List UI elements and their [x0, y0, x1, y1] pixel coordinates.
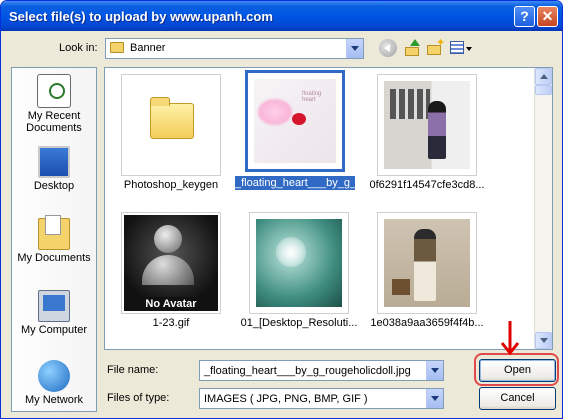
no-avatar-text: No Avatar — [124, 297, 218, 311]
folder-icon — [150, 97, 194, 139]
help-button[interactable]: ? — [514, 6, 535, 27]
hearts-caption: floating heart — [302, 91, 322, 103]
places-bar: My Recent Documents Desktop My Documents… — [11, 67, 97, 412]
file-name-label: 1e038a9aa3659f4f4b... — [370, 317, 484, 329]
recent-documents-icon — [37, 74, 71, 108]
my-network-icon — [38, 360, 70, 392]
file-name-label: _floating_heart___by_g_rougeholicdoll.jp… — [235, 176, 355, 190]
avatar-head-shape — [154, 225, 182, 253]
file-type-dropdown[interactable]: IMAGES ( JPG, PNG, BMP, GIF ) — [199, 388, 444, 409]
file-name-label: Photoshop_keygen — [123, 179, 219, 191]
look-in-label: Look in: — [59, 42, 98, 54]
image-thumbnail: floating heart — [245, 70, 345, 172]
place-label: My Network — [24, 394, 84, 406]
file-tile-floating-heart[interactable]: floating heart _floating_heart___by_g_ro… — [235, 70, 355, 205]
file-tile-0f6291[interactable]: 0f6291f14547cfe3cd8... — [367, 74, 487, 209]
wallpaper-image — [256, 219, 342, 307]
wall-frames-shape — [390, 89, 430, 119]
file-tile-1-23-gif[interactable]: No Avatar 1-23.gif — [111, 212, 231, 347]
file-name-label: 1-23.gif — [152, 317, 190, 329]
file-upload-dialog: Select file(s) to upload by www.upanh.co… — [0, 0, 563, 419]
folder-thumbnail — [121, 74, 221, 176]
glow-shape — [276, 237, 306, 267]
scroll-up-icon[interactable] — [535, 68, 552, 85]
cancel-button[interactable]: Cancel — [479, 387, 556, 410]
file-tile-1e038a[interactable]: 1e038a9aa3659f4f4b... — [367, 212, 487, 347]
folder-icon — [110, 42, 124, 53]
up-one-level-icon[interactable] — [404, 39, 422, 57]
image-thumbnail — [249, 212, 349, 314]
place-label: My Documents — [17, 252, 91, 264]
place-label: My Computer — [20, 324, 88, 336]
red-arrow-icon — [500, 321, 520, 356]
image-thumbnail — [377, 74, 477, 176]
avatar-body-shape — [142, 255, 194, 285]
desktop-icon — [38, 146, 70, 178]
model-photo — [384, 219, 470, 307]
file-tile-desktop-resolution[interactable]: 01_[Desktop_Resoluti... — [239, 212, 359, 347]
image-thumbnail — [377, 212, 477, 314]
my-computer-icon — [38, 290, 70, 322]
open-button[interactable]: Open — [479, 359, 556, 382]
place-label: Desktop — [33, 180, 75, 192]
file-name-field[interactable]: _floating_heart___by_g_rougeholicdoll.jp… — [199, 360, 444, 381]
scroll-thumb[interactable] — [535, 85, 552, 95]
place-desktop[interactable]: Desktop — [12, 146, 96, 192]
file-name-label-text: File name: — [107, 364, 159, 376]
chevron-down-icon[interactable] — [426, 389, 443, 408]
chevron-down-icon[interactable] — [346, 39, 363, 58]
red-heart-shape — [292, 113, 306, 125]
my-documents-icon — [38, 215, 70, 250]
chevron-down-icon[interactable] — [426, 361, 443, 380]
place-label: My Recent Documents — [26, 110, 82, 134]
place-my-recent-documents[interactable]: My Recent Documents — [12, 74, 96, 134]
file-name-value[interactable]: _floating_heart___by_g_rougeholicdoll.jp… — [204, 365, 411, 377]
avatar-image: No Avatar — [124, 215, 218, 311]
file-list[interactable]: Photoshop_keygen floating heart _floatin… — [104, 67, 553, 350]
image-thumbnail: No Avatar — [121, 212, 221, 314]
look-in-dropdown[interactable]: Banner — [105, 38, 364, 59]
scroll-down-icon[interactable] — [535, 332, 552, 349]
title-bar[interactable]: Select file(s) to upload by www.upanh.co… — [1, 1, 562, 31]
file-type-value: IMAGES ( JPG, PNG, BMP, GIF ) — [204, 393, 368, 405]
new-folder-icon[interactable] — [427, 36, 445, 57]
hearts-image: floating heart — [254, 79, 336, 163]
place-my-network[interactable]: My Network — [12, 360, 96, 406]
room-photo — [384, 81, 470, 169]
look-in-value: Banner — [130, 42, 166, 54]
views-menu-icon[interactable] — [450, 39, 472, 57]
back-icon[interactable] — [379, 39, 397, 57]
box-shape — [392, 279, 410, 295]
place-my-computer[interactable]: My Computer — [12, 290, 96, 336]
place-my-documents[interactable]: My Documents — [12, 215, 96, 264]
close-button[interactable]: ✕ — [537, 6, 558, 27]
file-name-label: 01_[Desktop_Resoluti... — [240, 317, 358, 329]
pink-heart-shape — [258, 99, 292, 125]
file-type-label-text: Files of type: — [107, 392, 170, 404]
person-shape — [428, 101, 446, 159]
file-name-label: 0f6291f14547cfe3cd8... — [369, 179, 485, 191]
person-shape — [414, 229, 436, 301]
file-tile-photoshop-keygen[interactable]: Photoshop_keygen — [111, 74, 231, 209]
vertical-scrollbar[interactable] — [534, 68, 552, 349]
window-title: Select file(s) to upload by www.upanh.co… — [9, 9, 273, 24]
